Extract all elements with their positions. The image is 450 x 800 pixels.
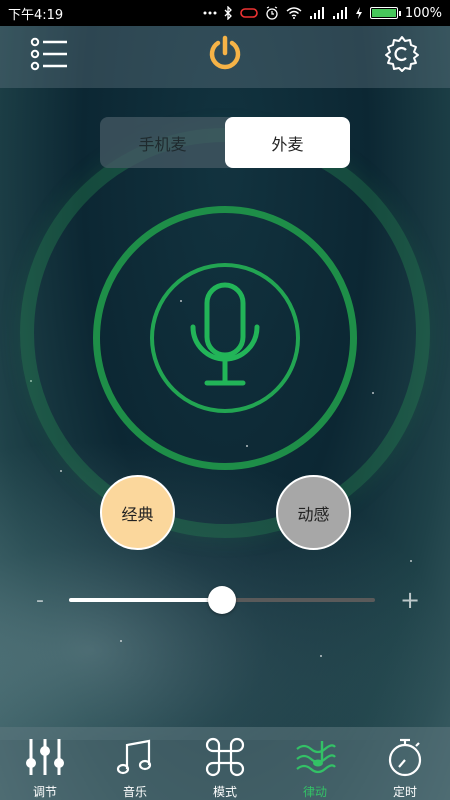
- wifi-icon: [286, 7, 302, 19]
- slider-plus-button[interactable]: +: [400, 586, 420, 614]
- gear-icon: [383, 35, 421, 77]
- status-icons: 100%: [203, 6, 442, 21]
- dynamic-style-label: 动感: [297, 504, 330, 524]
- slider-fill: [69, 598, 222, 602]
- microphone-button[interactable]: [150, 263, 300, 413]
- equalizer-sliders-icon: [23, 735, 67, 779]
- battery-icon: [369, 7, 401, 19]
- mic-mode-external[interactable]: 外麦: [225, 117, 350, 168]
- tab-label: 律动: [302, 785, 327, 799]
- battery-saver-icon: [240, 7, 258, 19]
- alarm-icon: [265, 6, 279, 20]
- status-bar: 下午4:19 100%: [0, 0, 450, 26]
- slider-minus-button[interactable]: -: [36, 588, 44, 613]
- rhythm-wave-icon: [293, 735, 337, 779]
- sensitivity-slider[interactable]: [69, 586, 375, 614]
- microphone-icon: [185, 281, 265, 395]
- music-note-icon: [113, 735, 157, 779]
- bluetooth-icon: [224, 6, 233, 20]
- mic-mode-phone[interactable]: 手机麦: [100, 117, 225, 168]
- command-icon: [203, 735, 247, 779]
- power-button[interactable]: [203, 34, 247, 78]
- battery-percent: 100%: [404, 5, 442, 21]
- cell-signal-icon: [309, 7, 325, 19]
- power-icon: [205, 34, 245, 78]
- classic-style-button[interactable]: 经典: [100, 475, 175, 550]
- mic-mode-toggle: 手机麦 外麦: [100, 117, 350, 168]
- bottom-tab-bar: 调节 音乐 模式 律动 定时: [0, 727, 450, 800]
- settings-button[interactable]: [380, 36, 424, 76]
- tab-label: 音乐: [122, 785, 147, 799]
- tab-rhythm[interactable]: 律动: [270, 727, 360, 800]
- tab-label: 调节: [32, 785, 57, 799]
- tab-adjust[interactable]: 调节: [0, 727, 90, 800]
- menu-button[interactable]: [27, 36, 71, 76]
- charging-icon: [355, 7, 363, 19]
- dynamic-style-button[interactable]: 动感: [276, 475, 351, 550]
- stopwatch-icon: [383, 735, 427, 779]
- top-toolbar: [0, 26, 450, 88]
- status-time: 下午4:19: [8, 7, 64, 23]
- tab-timer[interactable]: 定时: [360, 727, 450, 800]
- signal-dots-icon: [203, 10, 217, 16]
- tab-label: 定时: [392, 785, 417, 799]
- cell-signal-2-icon: [332, 7, 348, 19]
- slider-thumb[interactable]: [208, 586, 236, 614]
- tab-music[interactable]: 音乐: [90, 727, 180, 800]
- classic-style-label: 经典: [121, 504, 154, 524]
- tab-mode[interactable]: 模式: [180, 727, 270, 800]
- list-menu-icon: [30, 37, 68, 75]
- tab-label: 模式: [212, 785, 237, 799]
